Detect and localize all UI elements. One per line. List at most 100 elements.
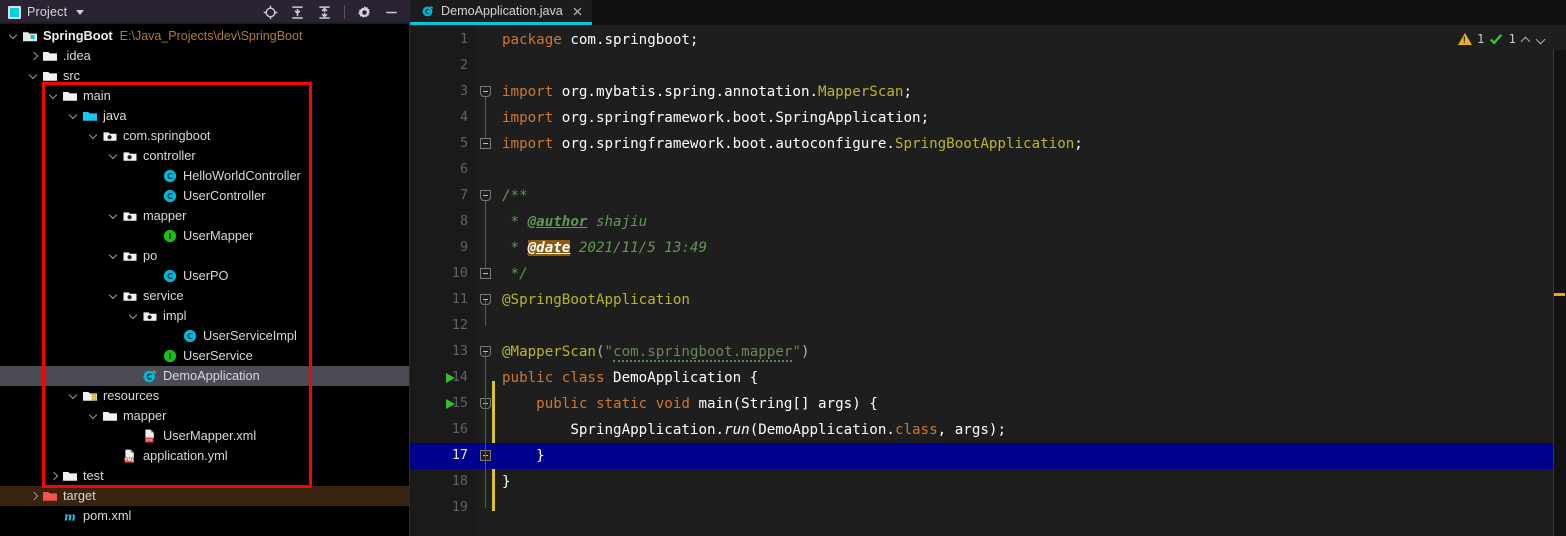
chevron-down-icon[interactable] [128,310,140,322]
tree-item-userservice[interactable]: I UserService [0,346,409,366]
chevron-down-icon[interactable] [108,150,120,162]
expand-all-icon[interactable] [290,5,305,20]
tree-item-test[interactable]: test [0,466,409,486]
close-icon[interactable] [572,6,583,17]
fold-expand-icon[interactable] [480,190,491,201]
tree-item-controller[interactable]: controller [0,146,409,166]
line-number[interactable]: 9 [410,235,476,261]
code-line[interactable] [496,495,1566,521]
chevron-down-icon[interactable] [8,30,20,42]
chevron-right-icon[interactable] [28,490,40,502]
code-line[interactable]: import org.springframework.boot.autoconf… [496,131,1566,157]
fold-gutter-cell[interactable] [476,313,496,339]
line-number[interactable]: 1 [410,27,476,53]
code-folding-gutter[interactable] [476,25,496,536]
chevron-right-icon[interactable] [28,50,40,62]
inspection-widget[interactable]: 1 1 [1457,31,1546,46]
tree-item-userpo[interactable]: C UserPO [0,266,409,286]
tree-item-helloworldcontroller[interactable]: C HelloWorldController [0,166,409,186]
tree-item-po[interactable]: po [0,246,409,266]
line-number[interactable]: 19 [410,495,476,521]
tree-item-src[interactable]: src [0,66,409,86]
code-line[interactable] [496,157,1566,183]
chevron-down-icon[interactable] [68,110,80,122]
fold-gutter-cell[interactable] [476,235,496,261]
line-number[interactable]: 5 [410,131,476,157]
code-line[interactable]: package com.springboot; [496,27,1566,53]
locate-icon[interactable] [263,5,278,20]
tree-item-impl[interactable]: impl [0,306,409,326]
line-number[interactable]: 7 [410,183,476,209]
line-number-gutter[interactable]: 1 2 3 4 5 6 7 8 9 10 11 12 13 14 15 16 17 18 19 [410,25,476,536]
tree-item-resources[interactable]: resources [0,386,409,406]
tree-item-usermapper-xml[interactable]: <> UserMapper.xml [0,426,409,446]
line-number[interactable]: 18 [410,469,476,495]
code-line[interactable]: } [496,469,1566,495]
run-gutter-icon[interactable] [446,373,455,383]
fold-gutter-cell[interactable] [476,53,496,79]
code-line[interactable]: * @date 2021/11/5 13:49 [496,235,1566,261]
line-number[interactable]: 11 [410,287,476,313]
code-line[interactable]: /** [496,183,1566,209]
tree-item-target[interactable]: target [0,486,409,506]
code-line[interactable]: @MapperScan("com.springboot.mapper") [496,339,1566,365]
tree-item-userserviceimpl[interactable]: C UserServiceImpl [0,326,409,346]
tree-item-mapper[interactable]: mapper [0,406,409,426]
tree-item-mapper[interactable]: mapper [0,206,409,226]
gear-icon[interactable] [357,5,372,20]
tree-item-main[interactable]: main [0,86,409,106]
line-number[interactable]: 16 [410,417,476,443]
code-line[interactable]: public class DemoApplication { [496,365,1566,391]
chevron-down-icon[interactable] [108,290,120,302]
fold-end-icon[interactable] [480,138,491,149]
tree-item-com-springboot[interactable]: com.springboot [0,126,409,146]
editor-marker-scrollbar[interactable] [1553,50,1566,536]
tree-item-service[interactable]: service [0,286,409,306]
tree-item-pom-xml[interactable]: m pom.xml [0,506,409,526]
line-number[interactable]: 8 [410,209,476,235]
tree-item-application-yml[interactable]: YML application.yml [0,446,409,466]
chevron-down-icon[interactable] [108,210,120,222]
line-number[interactable]: 17 [410,443,476,469]
code-line[interactable] [496,313,1566,339]
chevron-down-icon[interactable] [88,130,100,142]
code-line[interactable]: import org.springframework.boot.SpringAp… [496,105,1566,131]
tree-item-springboot[interactable]: SpringBoot E:\Java_Projects\dev\SpringBoo… [0,26,409,46]
code-line[interactable]: @SpringBootApplication [496,287,1566,313]
line-number[interactable]: 6 [410,157,476,183]
line-number[interactable]: 15 [410,391,476,417]
line-number[interactable]: 4 [410,105,476,131]
fold-gutter-cell[interactable] [476,495,496,521]
code-line[interactable]: * @author shajiu [496,209,1566,235]
line-number[interactable]: 12 [410,313,476,339]
code-line[interactable] [496,53,1566,79]
chevron-down-icon[interactable] [76,9,85,15]
code-line[interactable]: import org.mybatis.spring.annotation.Map… [496,79,1566,105]
editor-tab-demoapplication[interactable]: C DemoApplication.java [410,0,592,25]
fold-end-icon[interactable] [480,268,491,279]
fold-gutter-cell[interactable] [476,27,496,53]
chevron-up-icon[interactable] [1521,34,1531,44]
source-code-text[interactable]: package com.springboot; import org.mybati… [496,25,1566,536]
collapse-all-icon[interactable] [317,5,332,20]
code-area[interactable]: 1 2 3 4 5 6 7 8 9 10 11 12 13 14 15 16 17 18 19 package co… [410,25,1566,536]
code-line[interactable]: } [496,443,1566,469]
project-tool-button[interactable]: Project [8,5,85,19]
fold-expand-icon[interactable] [480,86,491,97]
fold-gutter-cell[interactable] [476,157,496,183]
line-number[interactable]: 14 [410,365,476,391]
chevron-down-icon[interactable] [108,250,120,262]
fold-gutter-cell[interactable] [476,105,496,131]
project-tree[interactable]: SpringBoot E:\Java_Projects\dev\SpringBoo… [0,24,409,536]
tree-item-java[interactable]: java [0,106,409,126]
chevron-down-icon[interactable] [68,390,80,402]
tree-item-usermapper[interactable]: I UserMapper [0,226,409,246]
code-line[interactable]: */ [496,261,1566,287]
code-line[interactable]: SpringApplication.run(DemoApplication.cl… [496,417,1566,443]
line-number[interactable]: 13 [410,339,476,365]
chevron-down-icon[interactable] [48,90,60,102]
fold-gutter-cell[interactable] [476,365,496,391]
run-gutter-icon[interactable] [446,399,455,409]
tree-item-idea[interactable]: .idea [0,46,409,66]
tree-item-usercontroller[interactable]: C UserController [0,186,409,206]
